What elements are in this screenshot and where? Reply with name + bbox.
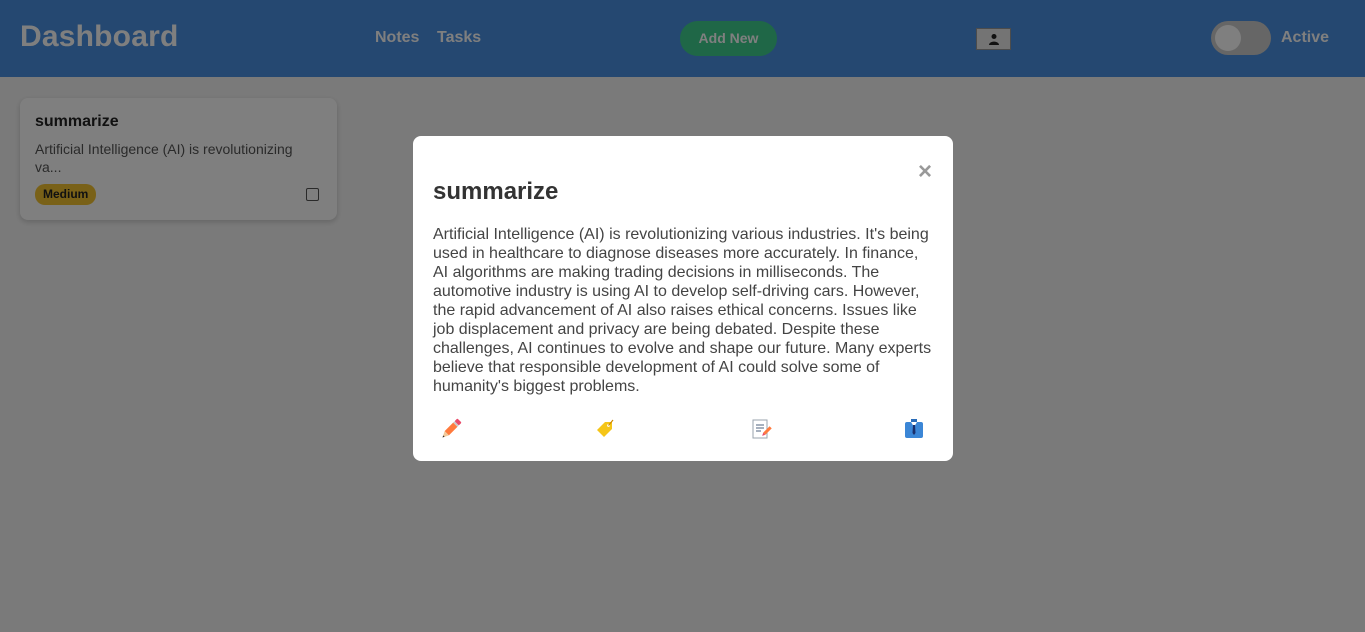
modal-body-text: Artificial Intelligence (AI) is revoluti…	[433, 226, 932, 395]
tag-button[interactable]	[593, 416, 617, 442]
close-icon[interactable]: ×	[915, 160, 935, 184]
modal-action-bar	[413, 416, 953, 446]
tag-icon	[597, 419, 614, 437]
suit-icon	[905, 419, 923, 438]
edit-button[interactable]	[439, 416, 463, 442]
ai-assist-button[interactable]	[902, 416, 926, 442]
app-page: Dashboard Notes Tasks Add New Active sum…	[0, 0, 1365, 632]
memo-icon	[752, 419, 772, 439]
modal-title: summarize	[433, 178, 559, 205]
pencil-icon	[442, 418, 462, 438]
summarize-button[interactable]	[749, 416, 773, 442]
note-detail-modal: × summarize Artificial Intelligence (AI)…	[413, 136, 953, 461]
